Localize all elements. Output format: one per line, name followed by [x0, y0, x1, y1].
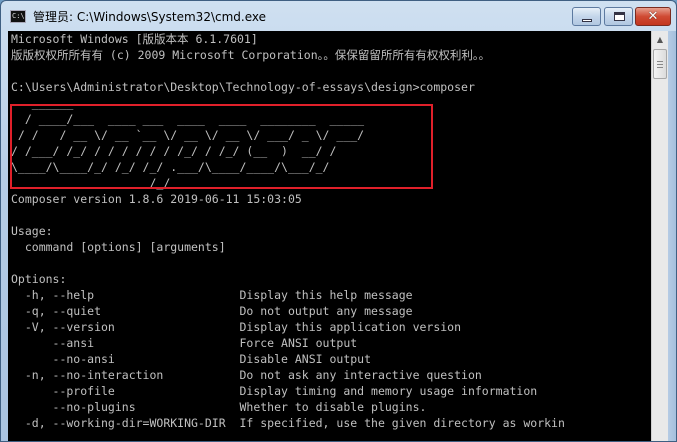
console-line: Microsoft Windows [版版本本 6.1.7601] [11, 32, 258, 46]
console-line: -q, --quiet Do not output any message [11, 304, 413, 318]
cmd-app-icon[interactable]: C:\ [10, 10, 26, 23]
maximize-button[interactable] [604, 7, 633, 26]
console-line: C:\Users\Administrator\Desktop\Technolog… [11, 80, 475, 94]
console-line: --profile Display timing and memory usag… [11, 384, 538, 398]
close-button[interactable]: ✕ [635, 7, 671, 26]
console-line: --ansi Force ANSI output [11, 336, 358, 350]
console-line: Composer version 1.8.6 2019-06-11 15:03:… [11, 192, 302, 206]
console-line: -h, --help Display this help message [11, 288, 413, 302]
scroll-up-arrow-icon[interactable]: ▲ [652, 31, 668, 48]
thumb-grip [657, 64, 663, 65]
console-line: Options: [11, 272, 67, 286]
vertical-scrollbar[interactable]: ▲ [651, 31, 668, 441]
console-line: -n, --no-interaction Do not ask any inte… [11, 368, 482, 382]
console-text: Microsoft Windows [版版本本 6.1.7601] 版版权权所所有… [11, 31, 565, 431]
window-frame-right [668, 31, 676, 441]
console-line: --no-plugins Whether to disable plugins. [11, 400, 427, 414]
console-line: --no-ansi Disable ANSI output [11, 352, 372, 366]
console-line: command [options] [arguments] [11, 240, 226, 254]
console-line: -V, --version Display this application v… [11, 320, 462, 334]
composer-logo-highlight [10, 104, 433, 189]
minimize-button[interactable] [572, 7, 601, 26]
thumb-grip [657, 67, 663, 68]
console-line: Usage: [11, 224, 53, 238]
console-output[interactable]: Microsoft Windows [版版本本 6.1.7601] 版版权权所所有… [8, 31, 651, 441]
window-title: 管理员: C:\Windows\System32\cmd.exe [33, 10, 266, 24]
close-icon: ✕ [647, 9, 659, 24]
title-bar[interactable]: C:\ 管理员: C:\Windows\System32\cmd.exe ✕ [1, 1, 676, 31]
scroll-thumb[interactable] [653, 49, 667, 79]
console-line: -d, --working-dir=WORKING-DIR If specifi… [11, 416, 565, 430]
maximize-icon [614, 12, 625, 21]
minimize-icon [582, 19, 592, 22]
console-line: 版版权权所所有有 (c) 2009 Microsoft Corporation。… [11, 48, 491, 62]
thumb-grip [657, 61, 663, 62]
cmd-window: C:\ 管理员: C:\Windows\System32\cmd.exe ✕ M… [0, 0, 677, 442]
